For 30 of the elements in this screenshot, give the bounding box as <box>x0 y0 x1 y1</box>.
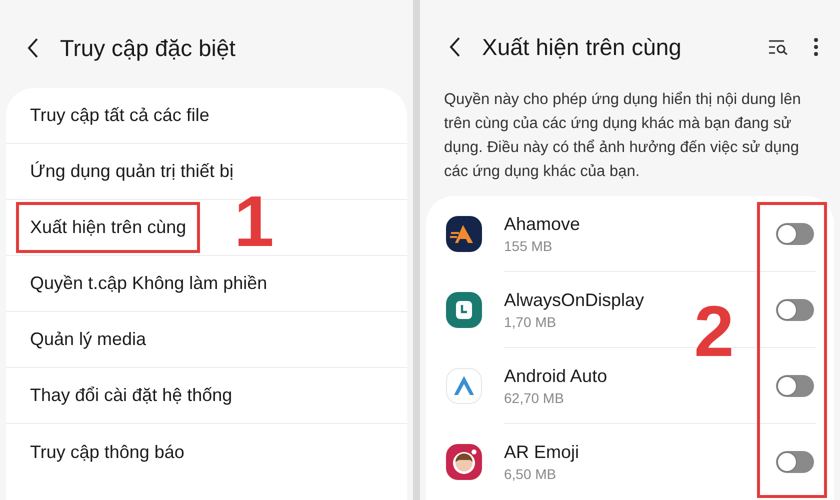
avatar-app-icon <box>446 444 482 480</box>
app-name: Android Auto <box>504 364 608 388</box>
settings-item[interactable]: Quyền t.cập Không làm phiền <box>16 258 282 309</box>
page-title: Truy cập đặc biệt <box>60 34 236 63</box>
back-icon[interactable] <box>26 37 40 59</box>
settings-item[interactable]: Truy cập tất cả các file <box>16 90 224 141</box>
page-title: Xuất hiện trên cùng <box>482 32 682 62</box>
settings-item[interactable]: Quản lý media <box>16 314 160 365</box>
toggle-switch[interactable] <box>776 374 814 396</box>
app-icon <box>446 368 482 404</box>
app-size: 62,70 MB <box>504 388 565 408</box>
description-text: Quyền này cho phép ứng dụng hiển thị nội dung lên trên cùng của các ứng dụng khác mà bạn đang sử dụng. Điều này có thể ảnh hưởng đến việc sử dụng các ứng dụng khác của bạn. <box>443 90 802 182</box>
toggle-switch[interactable] <box>776 451 814 473</box>
list-search-icon[interactable] <box>768 38 790 55</box>
step-number: 2 <box>694 296 734 368</box>
toggle-switch[interactable] <box>776 298 814 320</box>
settings-item[interactable]: Xuất hiện trên cùng <box>16 202 200 253</box>
settings-item[interactable]: Thay đổi cài đặt hệ thống <box>16 370 246 421</box>
app-size: 155 MB <box>504 236 554 256</box>
back-icon[interactable] <box>448 36 462 58</box>
app-name: AlwaysOnDisplay <box>504 288 646 312</box>
more-options-icon[interactable] <box>814 38 818 56</box>
app-size: 6,50 MB <box>504 465 558 484</box>
app-size: 1,70 MB <box>504 312 558 332</box>
app-name: AR Emoji <box>504 441 580 464</box>
clock-app-icon <box>446 292 482 328</box>
settings-item[interactable]: Truy cập thông báo <box>16 426 198 478</box>
app-name: Ahamove <box>504 212 582 236</box>
toggle-switch[interactable] <box>776 222 814 244</box>
app-icon <box>446 216 482 252</box>
